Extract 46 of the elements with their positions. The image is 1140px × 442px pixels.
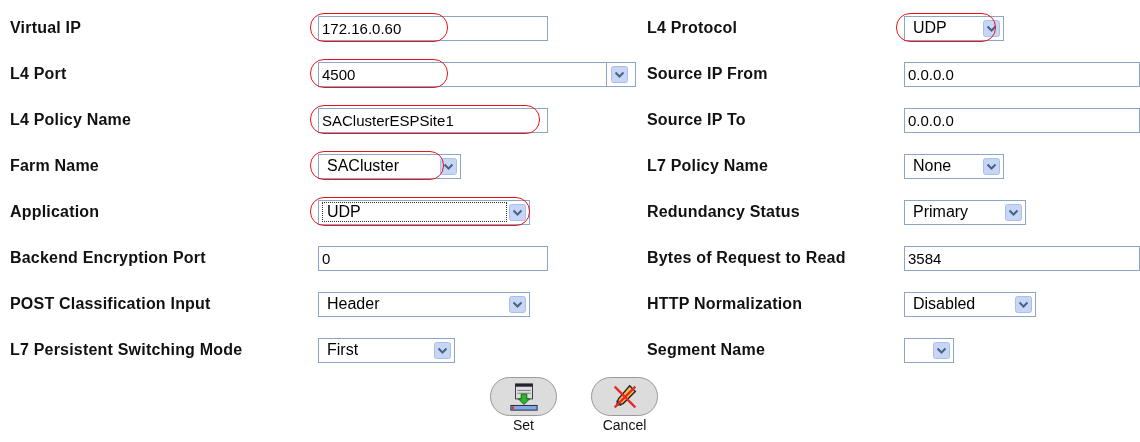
cancel-button[interactable] (591, 377, 658, 416)
field-label: Segment Name (647, 341, 766, 359)
chevron-down-icon (933, 341, 950, 359)
field-label: L7 Persistent Switching Mode (10, 341, 244, 359)
dropdown[interactable]: First (318, 337, 455, 363)
input-field[interactable]: 0.0.0.0 (904, 107, 1140, 133)
field-label: L4 Protocol (647, 19, 739, 37)
field-label: L4 Port (10, 65, 68, 83)
field-label: Farm Name (10, 157, 100, 175)
dropdown[interactable]: Primary (904, 199, 1026, 225)
dropdown[interactable]: SACluster (318, 153, 461, 179)
dropdown[interactable]: UDP (904, 15, 1004, 41)
field-label: L4 Policy Name (10, 111, 133, 129)
field-label: Bytes of Request to Read (647, 249, 847, 267)
field-label: HTTP Normalization (647, 295, 804, 313)
dropdown[interactable]: None (904, 153, 1004, 179)
input-field[interactable]: 0 (318, 245, 548, 271)
chevron-down-icon (440, 157, 457, 175)
chevron-down-icon (1015, 295, 1032, 313)
field-label: Source IP From (647, 65, 769, 83)
chevron-down-icon (509, 203, 526, 221)
set-button[interactable] (490, 377, 557, 416)
field-label: Backend Encryption Port (10, 249, 207, 267)
download-tray-icon (508, 381, 539, 412)
input-field[interactable]: 0.0.0.0 (904, 61, 1140, 87)
chevron-down-icon (983, 157, 1000, 175)
chevron-down-icon (509, 295, 526, 313)
input-field[interactable]: 172.16.0.60 (318, 15, 548, 41)
dropdown[interactable]: UDP (318, 199, 530, 225)
chevron-down-icon (434, 341, 451, 359)
field-label: Virtual IP (10, 19, 83, 37)
dropdown[interactable]: Disabled (904, 291, 1036, 317)
field-label: Source IP To (647, 111, 747, 129)
button-label: Cancel (602, 417, 647, 433)
field-label: L7 Policy Name (647, 157, 770, 175)
dropdown[interactable]: Header (318, 291, 530, 317)
chevron-down-icon (611, 65, 628, 83)
input-field[interactable]: 3584 (904, 245, 1140, 271)
chevron-down-icon (1005, 203, 1022, 221)
field-label: POST Classification Input (10, 295, 212, 313)
combo-field[interactable]: 4500 (318, 61, 636, 87)
field-label: Redundancy Status (647, 203, 801, 221)
input-field[interactable]: SAClusterESPSite1 (318, 107, 548, 133)
chevron-down-icon (983, 19, 1000, 37)
field-label: Application (10, 203, 101, 221)
button-label: Set (513, 417, 534, 433)
